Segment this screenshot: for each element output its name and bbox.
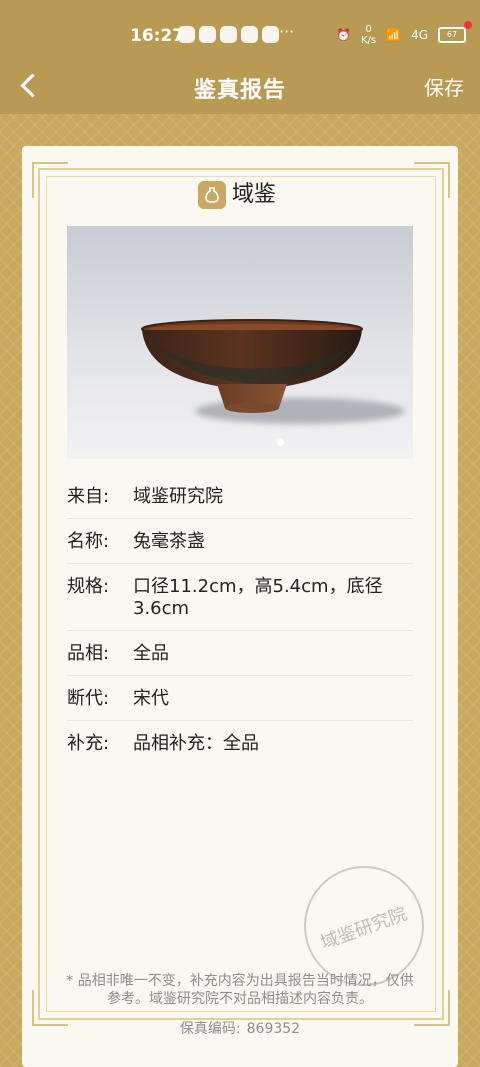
notification-dot (464, 21, 472, 29)
serial-number: 869352 (246, 1021, 301, 1037)
signal-label: 4G (411, 28, 428, 42)
brand-logo: 域鉴 (198, 178, 276, 212)
seal-text: 域鉴研究院 (318, 903, 410, 954)
detail-row-source: 来自: 域鉴研究院 (67, 474, 413, 519)
app-icon (199, 26, 216, 43)
certificate-card: 域鉴 来自: 域鉴研究院 名称: 兔毫茶盏 规格: 口径11.2cm，高5.4c… (22, 146, 458, 1067)
battery-level: 67 (446, 30, 458, 39)
frame-corner (32, 162, 68, 198)
frame-corner (414, 162, 450, 198)
tea-bowl-image (141, 319, 363, 413)
app-icon (262, 26, 279, 43)
net-speed: 0 K/s (360, 24, 377, 46)
notification-icons (178, 26, 279, 43)
brand-name: 域鉴 (232, 182, 277, 207)
detail-row-spec: 规格: 口径11.2cm，高5.4cm，底径3.6cm (67, 564, 413, 631)
status-time: 16:27 (130, 26, 185, 46)
disclaimer-text: * 品相非唯一不变，补充内容为出具报告当时情况，仅供参考。域鉴研究院不对品相描述… (66, 973, 414, 1007)
detail-row-name: 名称: 兔毫茶盏 (67, 519, 413, 564)
alarm-icon: ⏰ (336, 28, 351, 42)
detail-label: 断代: (67, 688, 110, 709)
app-icon (241, 26, 258, 43)
detail-value: 域鉴研究院 (133, 486, 223, 507)
detail-value: 宋代 (133, 688, 169, 709)
item-photo-carousel[interactable] (67, 226, 413, 459)
detail-value: 口径11.2cm，高5.4cm，底径3.6cm (133, 576, 383, 619)
detail-value: 全品 (133, 643, 169, 664)
battery-icon: 67 (438, 21, 472, 43)
detail-list: 来自: 域鉴研究院 名称: 兔毫茶盏 规格: 口径11.2cm，高5.4cm，底… (67, 474, 413, 765)
page-title: 鉴真报告 (193, 78, 286, 103)
save-button[interactable]: 保存 (424, 72, 464, 101)
detail-row-dating: 断代: 宋代 (67, 676, 413, 721)
detail-value: 兔毫茶盏 (133, 531, 205, 552)
wifi-icon: 📶 (386, 28, 402, 42)
detail-row-supplement: 补充: 品相补充：全品 (67, 721, 413, 765)
serial-label: 保真编码: (179, 1021, 241, 1037)
detail-label: 规格: (67, 576, 110, 597)
detail-row-condition: 品相: 全品 (67, 631, 413, 676)
carousel-dot[interactable] (277, 439, 284, 446)
status-bar: 16:27 ··· ⏰ 0 K/s 📶 4G 67 (0, 0, 480, 58)
detail-label: 品相: (67, 643, 110, 664)
detail-value: 品相补充：全品 (133, 733, 259, 754)
vase-icon (198, 181, 226, 209)
app-icon (178, 26, 195, 43)
detail-label: 来自: (67, 486, 110, 507)
detail-label: 名称: (67, 531, 110, 552)
app-icon (220, 26, 237, 43)
system-indicators: ⏰ 0 K/s 📶 4G 67 (336, 21, 472, 46)
serial-code: 保真编码: 869352 (22, 1018, 458, 1038)
detail-label: 补充: (67, 733, 110, 754)
nav-header: 鉴真报告 保存 (0, 58, 480, 114)
more-icon: ··· (279, 22, 295, 41)
